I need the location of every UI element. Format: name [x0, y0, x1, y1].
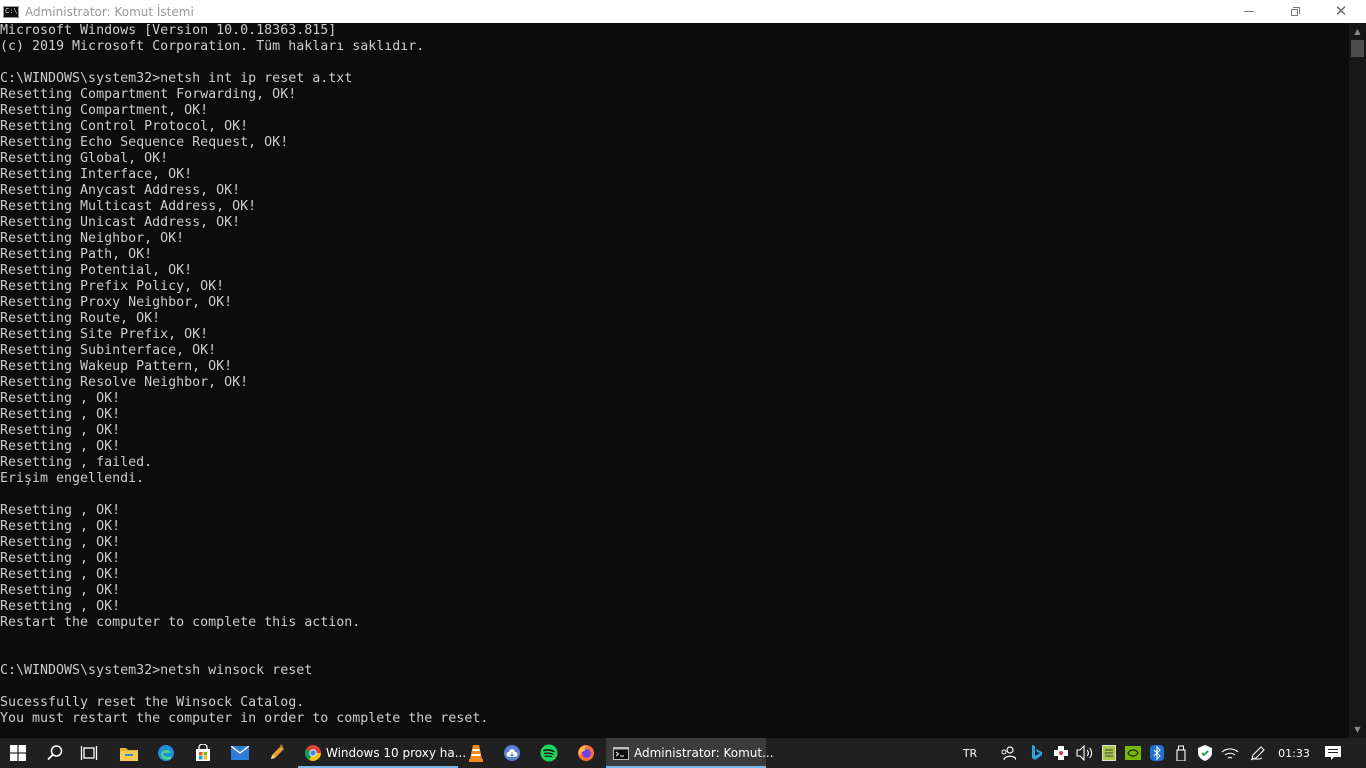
- console-line: Resetting Anycast Address, OK!: [0, 183, 241, 198]
- console-line: Resetting Path, OK!: [0, 247, 153, 262]
- console-line: Erişim engellendi.: [0, 471, 145, 486]
- download-app-icon[interactable]: [495, 738, 529, 768]
- edge-icon[interactable]: [149, 738, 183, 768]
- console-line: Resetting , OK!: [0, 439, 121, 454]
- title-bar[interactable]: C:\ Administrator: Komut İstemi ✕: [0, 0, 1366, 23]
- console-line: Resetting Neighbor, OK!: [0, 231, 185, 246]
- pencil-app-icon[interactable]: [260, 738, 294, 768]
- scrollbar-thumb[interactable]: [1351, 40, 1364, 57]
- file-explorer-icon[interactable]: [112, 738, 146, 768]
- restore-button[interactable]: [1272, 0, 1318, 23]
- console-line: Resetting Subinterface, OK!: [0, 343, 217, 358]
- console-line: Resetting , OK!: [0, 567, 121, 582]
- console-line: You must restart the computer in order t…: [0, 711, 489, 726]
- console-line: Resetting Potential, OK!: [0, 263, 193, 278]
- console-line: C:\WINDOWS\system32>netsh int ip reset a…: [0, 71, 353, 86]
- console-line: Sucessfully reset the Winsock Catalog.: [0, 695, 305, 710]
- minimize-icon: [1244, 11, 1254, 12]
- tray-app-icon[interactable]: [1050, 738, 1072, 768]
- input-language-indicator[interactable]: TR: [956, 738, 984, 768]
- search-icon[interactable]: [38, 738, 72, 768]
- vertical-scrollbar[interactable]: ▲ ▼: [1349, 23, 1366, 738]
- store-icon[interactable]: [186, 738, 220, 768]
- console-line: Resetting Echo Sequence Request, OK!: [0, 135, 289, 150]
- mail-icon[interactable]: [223, 738, 257, 768]
- volume-icon[interactable]: [1074, 738, 1096, 768]
- console-output[interactable]: Microsoft Windows [Version 10.0.18363.81…: [0, 23, 1349, 738]
- console-line: Resetting Proxy Neighbor, OK!: [0, 295, 233, 310]
- taskbar-app-cmd[interactable]: Administrator: Komut...: [606, 738, 774, 768]
- vlc-icon[interactable]: [459, 738, 493, 768]
- cmd-icon[interactable]: C:\: [3, 5, 19, 18]
- windows-start-icon[interactable]: [0, 738, 36, 768]
- close-button[interactable]: ✕: [1318, 0, 1364, 23]
- security-shield-icon[interactable]: [1194, 738, 1216, 768]
- bing-icon[interactable]: [1026, 738, 1048, 768]
- action-center-icon[interactable]: [1320, 738, 1346, 768]
- console-line: Resetting , OK!: [0, 535, 121, 550]
- console-line: Resetting , failed.: [0, 455, 153, 470]
- notepad-tray-icon[interactable]: [1098, 738, 1120, 768]
- task-view-icon[interactable]: [72, 738, 106, 768]
- console-line: Resetting , OK!: [0, 423, 121, 438]
- console-line: Restart the computer to complete this ac…: [0, 615, 361, 630]
- chrome-icon: [305, 745, 321, 761]
- bluetooth-icon[interactable]: [1146, 738, 1168, 768]
- minimize-button[interactable]: [1226, 0, 1272, 23]
- nvidia-icon[interactable]: [1122, 738, 1144, 768]
- console-line: Resetting Route, OK!: [0, 311, 161, 326]
- close-icon: ✕: [1334, 2, 1348, 20]
- cmd-icon: [613, 746, 629, 760]
- console-line: Resetting Prefix Policy, OK!: [0, 279, 225, 294]
- people-icon[interactable]: [996, 738, 1020, 768]
- clock[interactable]: 01:33: [1274, 738, 1314, 768]
- console-line: Resetting Compartment, OK!: [0, 103, 209, 118]
- console-line: Resetting Compartment Forwarding, OK!: [0, 87, 297, 102]
- taskbar-app-chrome[interactable]: Windows 10 proxy ha...: [298, 738, 466, 768]
- console-line: Resetting , OK!: [0, 599, 121, 614]
- console-line: Resetting Unicast Address, OK!: [0, 215, 241, 230]
- taskbar: Windows 10 proxy ha... Administrator: Ko…: [0, 738, 1366, 768]
- console-line: Resetting Interface, OK!: [0, 167, 193, 182]
- console-line: Resetting Multicast Address, OK!: [0, 199, 257, 214]
- taskbar-app-label: Windows 10 proxy ha...: [326, 746, 467, 760]
- spotify-icon[interactable]: [532, 738, 566, 768]
- console-line: C:\WINDOWS\system32>netsh winsock reset: [0, 663, 313, 678]
- taskbar-app-label: Administrator: Komut...: [634, 746, 774, 760]
- console-line: Resetting Site Prefix, OK!: [0, 327, 209, 342]
- console-line: Microsoft Windows [Version 10.0.18363.81…: [0, 23, 337, 38]
- console-line: Resetting , OK!: [0, 391, 121, 406]
- usb-device-icon[interactable]: [1170, 738, 1192, 768]
- scroll-up-arrow-icon[interactable]: ▲: [1349, 23, 1366, 40]
- console-line: (c) 2019 Microsoft Corporation. Tüm hakl…: [0, 39, 425, 54]
- console-line: Resetting , OK!: [0, 519, 121, 534]
- console-line: Resetting Wakeup Pattern, OK!: [0, 359, 233, 374]
- console-line: Resetting , OK!: [0, 583, 121, 598]
- pen-workspace-icon[interactable]: [1246, 738, 1270, 768]
- firefox-icon[interactable]: [569, 738, 603, 768]
- console-line: Resetting , OK!: [0, 551, 121, 566]
- console-line: Resetting , OK!: [0, 407, 121, 422]
- restore-icon: [1290, 7, 1300, 16]
- window-title: Administrator: Komut İstemi: [25, 4, 194, 19]
- console-line: Resetting , OK!: [0, 503, 121, 518]
- console-line: Resetting Global, OK!: [0, 151, 169, 166]
- console-line: Resetting Resolve Neighbor, OK!: [0, 375, 249, 390]
- wifi-icon[interactable]: [1218, 738, 1242, 768]
- console-line: Resetting Control Protocol, OK!: [0, 119, 249, 134]
- scroll-down-arrow-icon[interactable]: ▼: [1349, 721, 1366, 738]
